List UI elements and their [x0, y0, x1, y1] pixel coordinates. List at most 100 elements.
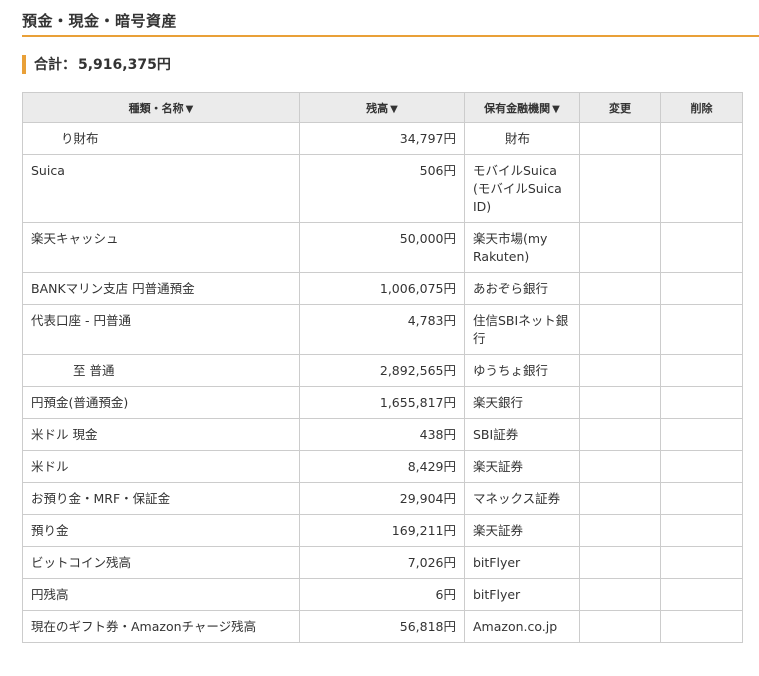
delete-cell[interactable]: [660, 514, 743, 547]
asset-name: 代表口座 - 円普通: [22, 304, 300, 355]
table-row: 米ドル 現金 438円 SBI証券: [22, 418, 743, 451]
accent-bar: [22, 54, 26, 74]
asset-balance: 6円: [299, 578, 465, 611]
edit-cell[interactable]: [579, 386, 661, 419]
table-row: 現在のギフト券・Amazonチャージ残高 56,818円 Amazon.co.j…: [22, 610, 743, 643]
asset-name: 円預金(普通預金): [22, 386, 300, 419]
total-value: 5,916,375円: [78, 57, 171, 73]
delete-cell[interactable]: [660, 418, 743, 451]
page-header: 預金・現金・暗号資産: [22, 0, 759, 37]
asset-balance: 56,818円: [299, 610, 465, 643]
edit-cell[interactable]: [579, 578, 661, 611]
edit-cell[interactable]: [579, 450, 661, 483]
asset-balance: 8,429円: [299, 450, 465, 483]
asset-balance: 438円: [299, 418, 465, 451]
asset-institution: 楽天市場(my Rakuten): [464, 222, 580, 273]
delete-header: 削除: [660, 92, 743, 123]
edit-cell[interactable]: [579, 222, 661, 273]
table-row: 預り金 169,211円 楽天証券: [22, 514, 743, 547]
asset-name: 円残高: [22, 578, 300, 611]
table-row: 至 普通 2,892,565円 ゆうちょ銀行: [22, 354, 743, 387]
asset-balance: 1,006,075円: [299, 272, 465, 305]
sort-balance-header[interactable]: 残高 ▼: [299, 92, 465, 123]
delete-cell[interactable]: [660, 154, 743, 223]
asset-institution: Amazon.co.jp: [464, 610, 580, 643]
sort-name-header[interactable]: 種類・名称 ▼: [22, 92, 300, 123]
asset-institution: ゆうちょ銀行: [464, 354, 580, 387]
caret-down-icon: ▼: [185, 103, 194, 115]
delete-cell[interactable]: [660, 304, 743, 355]
edit-cell[interactable]: [579, 546, 661, 579]
asset-balance: 4,783円: [299, 304, 465, 355]
edit-cell[interactable]: [579, 122, 661, 155]
asset-institution: マネックス証券: [464, 482, 580, 515]
asset-institution: 住信SBIネット銀行: [464, 304, 580, 355]
page-title: 預金・現金・暗号資産: [22, 12, 178, 30]
edit-cell[interactable]: [579, 354, 661, 387]
asset-institution: 財布: [464, 122, 580, 155]
delete-cell[interactable]: [660, 222, 743, 273]
edit-cell[interactable]: [579, 418, 661, 451]
delete-cell[interactable]: [660, 546, 743, 579]
asset-name: 至 普通: [22, 354, 300, 387]
asset-balance: 29,904円: [299, 482, 465, 515]
table-row: BANKマリン支店 円普通預金 1,006,075円 あおぞら銀行: [22, 272, 743, 305]
delete-cell[interactable]: [660, 610, 743, 643]
delete-cell[interactable]: [660, 272, 743, 305]
header-label: 残高: [366, 101, 389, 115]
table-row: 楽天キャッシュ 50,000円 楽天市場(my Rakuten): [22, 222, 743, 273]
asset-name: 現在のギフト券・Amazonチャージ残高: [22, 610, 300, 643]
asset-name: 楽天キャッシュ: [22, 222, 300, 273]
asset-institution: bitFlyer: [464, 578, 580, 611]
asset-institution: あおぞら銀行: [464, 272, 580, 305]
caret-down-icon: ▼: [390, 103, 398, 115]
delete-cell[interactable]: [660, 482, 743, 515]
table-row: お預り金・MRF・保証金 29,904円 マネックス証券: [22, 482, 743, 515]
asset-institution: bitFlyer: [464, 546, 580, 579]
delete-cell[interactable]: [660, 386, 743, 419]
delete-cell[interactable]: [660, 122, 743, 155]
asset-balance: 506円: [299, 154, 465, 223]
asset-balance: 34,797円: [299, 122, 465, 155]
asset-balance: 2,892,565円: [299, 354, 465, 387]
sort-institution-header[interactable]: 保有金融機関 ▼: [464, 92, 580, 123]
edit-cell[interactable]: [579, 610, 661, 643]
edit-cell[interactable]: [579, 304, 661, 355]
caret-down-icon: ▼: [552, 103, 560, 115]
asset-balance: 7,026円: [299, 546, 465, 579]
assets-table: 種類・名称 ▼ 残高 ▼ 保有金融機関 ▼ 変更 削除 り財布 34,797円 財布 …: [22, 92, 743, 643]
asset-name: ビットコイン残高: [22, 546, 300, 579]
table-row: 米ドル 8,429円 楽天証券: [22, 450, 743, 483]
asset-institution: 楽天銀行: [464, 386, 580, 419]
edit-cell[interactable]: [579, 482, 661, 515]
asset-institution: モバイルSuica (モバイルSuica ID): [464, 154, 580, 223]
edit-header: 変更: [579, 92, 661, 123]
table-row: 円預金(普通預金) 1,655,817円 楽天銀行: [22, 386, 743, 419]
table-row: り財布 34,797円 財布: [22, 122, 743, 155]
asset-institution: 楽天証券: [464, 450, 580, 483]
table-row: 円残高 6円 bitFlyer: [22, 578, 743, 611]
table-row: 代表口座 - 円普通 4,783円 住信SBIネット銀行: [22, 304, 743, 355]
table-row: Suica 506円 モバイルSuica (モバイルSuica ID): [22, 154, 743, 223]
delete-cell[interactable]: [660, 578, 743, 611]
asset-balance: 169,211円: [299, 514, 465, 547]
asset-institution: 楽天証券: [464, 514, 580, 547]
asset-balance: 1,655,817円: [299, 386, 465, 419]
table-header-row: 種類・名称 ▼ 残高 ▼ 保有金融機関 ▼ 変更 削除: [22, 92, 743, 123]
edit-cell[interactable]: [579, 514, 661, 547]
total-summary: 合計： 5,916,375円: [22, 54, 171, 74]
asset-name: Suica: [22, 154, 300, 223]
edit-cell[interactable]: [579, 154, 661, 223]
asset-name: り財布: [22, 122, 300, 155]
total-label: 合計：: [34, 57, 76, 73]
asset-institution: SBI証券: [464, 418, 580, 451]
header-label: 種類・名称: [128, 101, 184, 115]
table-row: ビットコイン残高 7,026円 bitFlyer: [22, 546, 743, 579]
asset-name: お預り金・MRF・保証金: [22, 482, 300, 515]
edit-cell[interactable]: [579, 272, 661, 305]
delete-cell[interactable]: [660, 450, 743, 483]
delete-cell[interactable]: [660, 354, 743, 387]
asset-name: BANKマリン支店 円普通預金: [22, 272, 300, 305]
header-label: 保有金融機関: [484, 101, 551, 115]
asset-name: 米ドル: [22, 450, 300, 483]
